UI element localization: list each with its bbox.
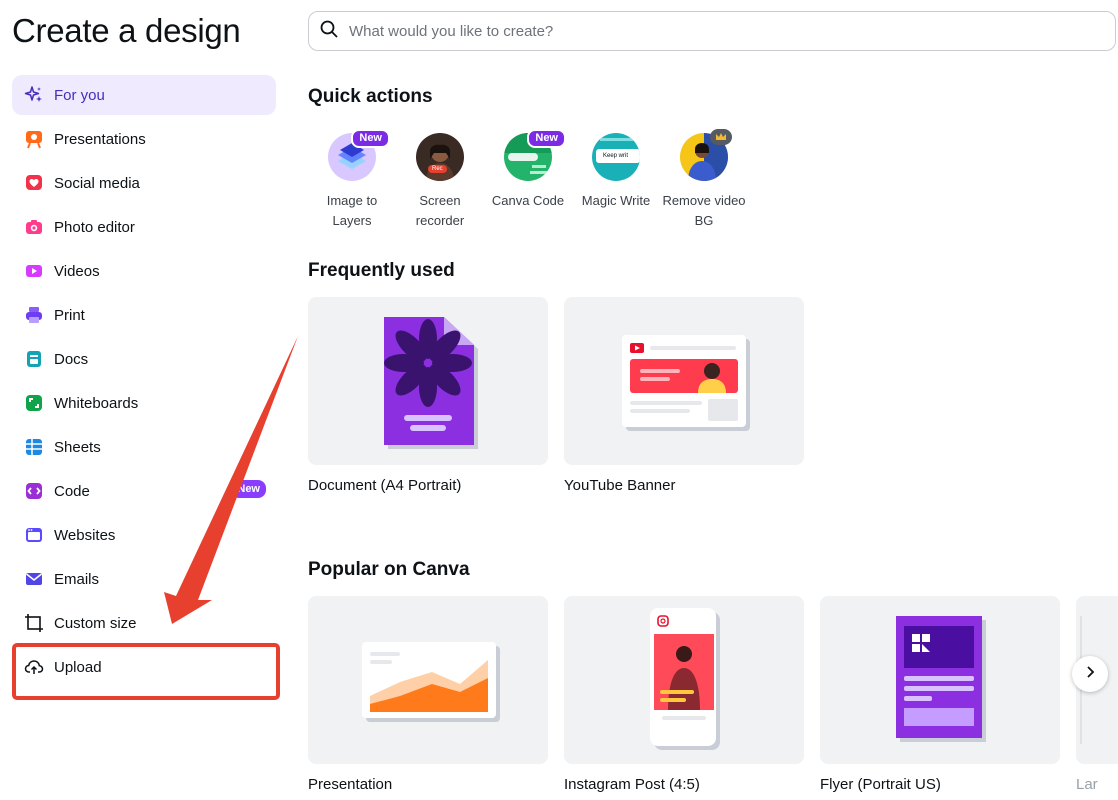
- youtube-banner-thumbnail: [564, 297, 804, 465]
- quick-action-label: Magic Write: [581, 193, 651, 208]
- sidebar-item-label: Docs: [54, 350, 89, 368]
- sheet-icon: [24, 437, 44, 457]
- popular-title: Popular on Canva: [308, 559, 470, 580]
- sidebar-item-label: Videos: [54, 262, 100, 280]
- sidebar-item-label: Presentations: [54, 130, 146, 148]
- sparkle-icon: [24, 85, 44, 105]
- sidebar-item-label: Sheets: [54, 438, 101, 456]
- whiteboard-icon: [24, 393, 44, 413]
- quick-action-label: Screen recorder: [415, 193, 465, 228]
- popular-row: Presentation Instagram Post (4:5) Flyer …: [308, 596, 1076, 793]
- sidebar-item-custom-size[interactable]: Custom size: [12, 603, 276, 643]
- quick-actions-title: Quick actions: [308, 86, 433, 107]
- sidebar-item-upload[interactable]: Upload: [12, 647, 276, 687]
- sidebar-item-whiteboards[interactable]: Whiteboards: [12, 383, 276, 423]
- sidebar-item-presentations[interactable]: Presentations: [12, 119, 276, 159]
- sidebar-item-videos[interactable]: Videos: [12, 251, 276, 291]
- quick-action-image-to-layers[interactable]: New Image to Layers: [308, 129, 396, 231]
- quick-action-label: Remove video BG: [662, 193, 746, 228]
- sidebar-item-label: Emails: [54, 570, 100, 588]
- magic-write-preview-text: Keep writ: [603, 153, 629, 159]
- design-card-youtube-banner[interactable]: YouTube Banner: [564, 297, 804, 494]
- search-icon: [319, 19, 339, 44]
- presentation-icon: [24, 129, 44, 149]
- sidebar-item-label: Whiteboards: [54, 394, 139, 412]
- design-card-label: Instagram Post (4:5): [564, 776, 700, 793]
- design-card-instagram-post[interactable]: Instagram Post (4:5): [564, 596, 804, 793]
- design-card-label: Lar: [1076, 776, 1098, 793]
- page-title: Create a design: [12, 12, 241, 49]
- frequently-used-title: Frequently used: [308, 260, 455, 281]
- design-card-document-a4[interactable]: Document (A4 Portrait): [308, 297, 548, 494]
- code-icon: [24, 481, 44, 501]
- scroll-right-button[interactable]: [1072, 656, 1108, 692]
- new-badge: New: [231, 480, 266, 498]
- sidebar-item-label: Code: [54, 482, 90, 500]
- sidebar-item-sheets[interactable]: Sheets: [12, 427, 276, 467]
- design-card-flyer[interactable]: Flyer (Portrait US): [820, 596, 1060, 793]
- printer-icon: [24, 305, 44, 325]
- website-icon: [24, 525, 44, 545]
- sidebar-item-print[interactable]: Print: [12, 295, 276, 335]
- sidebar-nav: For you Presentations Social media Photo…: [12, 75, 276, 691]
- quick-action-label: Image to Layers: [326, 193, 378, 228]
- design-card-label: YouTube Banner: [564, 477, 676, 494]
- doc-icon: [24, 349, 44, 369]
- sidebar-item-label: For you: [54, 86, 105, 104]
- sidebar-item-emails[interactable]: Emails: [12, 559, 276, 599]
- sidebar-item-for-you[interactable]: For you: [12, 75, 276, 115]
- instagram-post-thumbnail: [564, 596, 804, 764]
- chevron-right-icon: [1083, 665, 1097, 684]
- recorder-thumbnail: Rec: [416, 133, 464, 181]
- design-card-presentation[interactable]: Presentation: [308, 596, 548, 793]
- document-thumbnail: [308, 297, 548, 465]
- quick-actions-row: New Image to Layers Rec Screen recorder …: [308, 129, 748, 231]
- camera-icon: [24, 217, 44, 237]
- sidebar-item-docs[interactable]: Docs: [12, 339, 276, 379]
- custom-size-icon: [24, 613, 44, 633]
- rec-indicator: Rec: [428, 165, 447, 173]
- design-card-label: Flyer (Portrait US): [820, 776, 941, 793]
- design-card-label: Presentation: [308, 776, 393, 793]
- quick-action-remove-video-bg[interactable]: Remove video BG: [660, 129, 748, 231]
- heart-icon: [24, 173, 44, 193]
- sidebar-item-label: Print: [54, 306, 85, 324]
- quick-action-label: Canva Code: [491, 193, 565, 208]
- upload-cloud-icon: [24, 657, 44, 677]
- design-card-label: Document (A4 Portrait): [308, 477, 462, 494]
- sidebar-item-label: Upload: [54, 658, 102, 676]
- new-badge: New: [527, 129, 566, 148]
- quick-action-canva-code[interactable]: New Canva Code: [484, 129, 572, 231]
- search-bar[interactable]: [308, 11, 1116, 51]
- sidebar-item-social-media[interactable]: Social media: [12, 163, 276, 203]
- video-icon: [24, 261, 44, 281]
- crown-icon: [710, 129, 732, 145]
- flyer-thumbnail: [820, 596, 1060, 764]
- presentation-thumbnail: [308, 596, 548, 764]
- sidebar-item-photo-editor[interactable]: Photo editor: [12, 207, 276, 247]
- email-icon: [24, 569, 44, 589]
- search-input[interactable]: [349, 22, 1069, 40]
- sidebar-item-label: Websites: [54, 526, 116, 544]
- magic-write-thumbnail: Keep writ: [592, 133, 640, 181]
- sidebar-item-websites[interactable]: Websites: [12, 515, 276, 555]
- quick-action-screen-recorder[interactable]: Rec Screen recorder: [396, 133, 484, 231]
- sidebar-item-label: Social media: [54, 174, 140, 192]
- sidebar-item-label: Photo editor: [54, 218, 135, 236]
- sidebar-item-code[interactable]: Code New: [12, 471, 276, 511]
- frequently-used-row: Document (A4 Portrait) YouTube Banner: [308, 297, 820, 494]
- new-badge: New: [351, 129, 390, 148]
- sidebar-item-label: Custom size: [54, 614, 137, 632]
- quick-action-magic-write[interactable]: Keep writ Magic Write: [572, 133, 660, 231]
